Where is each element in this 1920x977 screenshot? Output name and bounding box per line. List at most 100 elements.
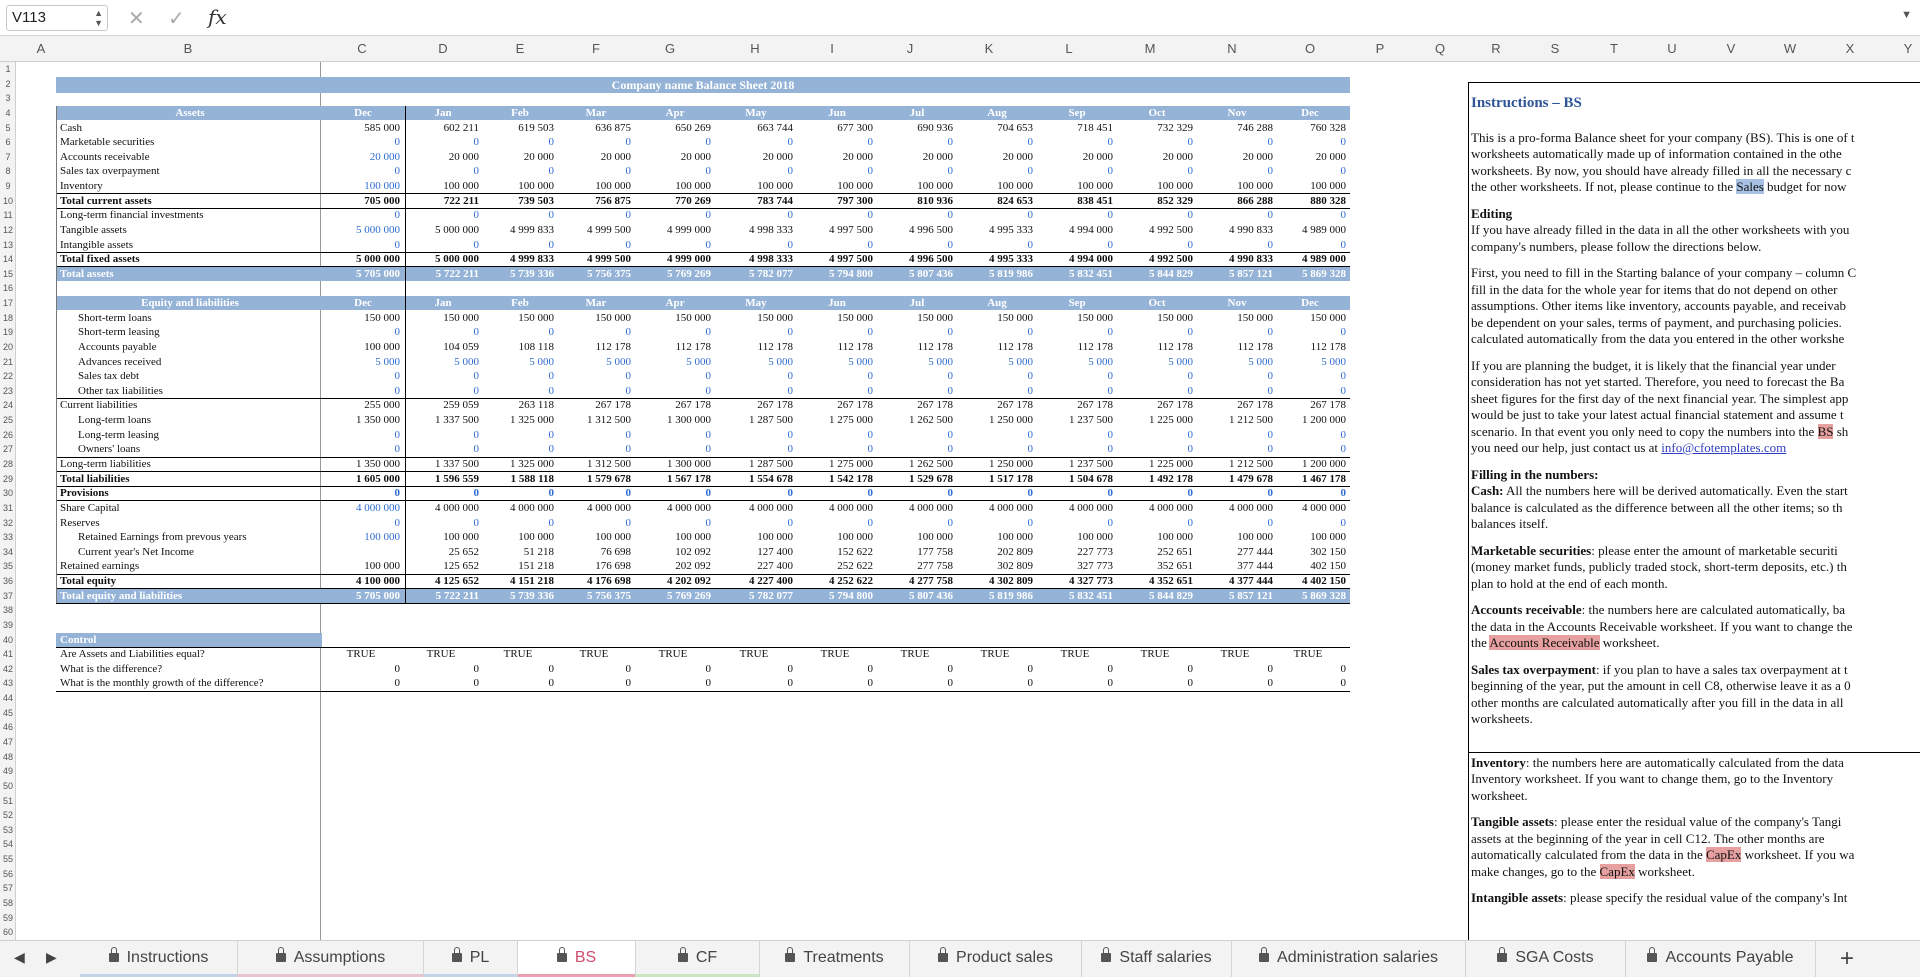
value-cell[interactable]: 677 300 xyxy=(797,121,873,135)
value-cell[interactable]: 0 xyxy=(1117,208,1194,222)
value-cell[interactable]: 150 000 xyxy=(403,311,479,325)
value-cell[interactable]: 4 996 500 xyxy=(877,252,953,266)
sheet-tab-administration-salaries[interactable]: Administration salaries xyxy=(1232,941,1466,977)
value-cell[interactable]: 227 400 xyxy=(715,559,793,573)
value-cell[interactable]: 4 000 000 xyxy=(557,501,631,515)
value-cell[interactable]: 0 xyxy=(403,369,480,383)
value-cell[interactable]: 127 400 xyxy=(715,545,793,559)
value-cell[interactable]: 1 237 500 xyxy=(1037,457,1113,471)
value-cell[interactable]: 0 xyxy=(403,164,480,178)
value-cell[interactable]: 112 178 xyxy=(557,340,631,354)
column-header-r[interactable]: R xyxy=(1476,36,1516,62)
value-cell[interactable]: 100 000 xyxy=(1117,530,1193,544)
value-cell[interactable]: 1 325 000 xyxy=(482,413,554,427)
value-cell[interactable]: 0 xyxy=(797,135,874,149)
value-cell[interactable]: 0 xyxy=(1270,384,1347,398)
value-cell[interactable]: 0 xyxy=(797,486,874,500)
value-cell[interactable]: 1 200 000 xyxy=(1270,413,1346,427)
value-cell[interactable]: TRUE xyxy=(1037,647,1113,661)
value-cell[interactable]: 267 178 xyxy=(957,398,1033,412)
value-cell[interactable]: 5 769 269 xyxy=(635,267,711,281)
value-cell[interactable]: 718 451 xyxy=(1037,121,1113,135)
value-cell[interactable]: 151 218 xyxy=(482,559,554,573)
value-cell[interactable]: 5 000 xyxy=(1117,355,1193,369)
value-cell[interactable]: 0 xyxy=(797,428,874,442)
value-cell[interactable]: 5 000 xyxy=(715,355,793,369)
value-cell[interactable]: 0 xyxy=(715,428,794,442)
value-cell[interactable]: 838 451 xyxy=(1037,194,1113,208)
value-cell[interactable]: 0 xyxy=(557,516,632,530)
value-cell[interactable]: 150 000 xyxy=(1117,311,1193,325)
value-cell[interactable]: 5 000 000 xyxy=(403,252,479,266)
value-cell[interactable]: 51 218 xyxy=(482,545,554,559)
value-cell[interactable]: 636 875 xyxy=(557,121,631,135)
value-cell[interactable]: 0 xyxy=(1270,676,1347,690)
value-cell[interactable]: 5 756 375 xyxy=(557,267,631,281)
value-cell[interactable]: 0 xyxy=(482,428,555,442)
value-cell[interactable]: 1 325 000 xyxy=(482,457,554,471)
value-cell[interactable]: 100 000 xyxy=(403,179,479,193)
value-cell[interactable]: 0 xyxy=(1117,428,1194,442)
value-cell[interactable]: 20 000 xyxy=(877,150,953,164)
value-cell[interactable]: 20 000 xyxy=(557,150,631,164)
value-cell[interactable]: 0 xyxy=(1117,486,1194,500)
value-cell[interactable]: 4 000 000 xyxy=(1270,501,1346,515)
value-cell[interactable]: 1 212 500 xyxy=(1197,413,1273,427)
value-cell[interactable]: 5 000 xyxy=(557,355,631,369)
value-cell[interactable]: 0 xyxy=(797,238,874,252)
row-header-35[interactable]: 35 xyxy=(0,559,16,574)
value-cell[interactable]: 100 000 xyxy=(482,179,554,193)
sheet-tab-cf[interactable]: CF xyxy=(636,941,760,977)
value-cell[interactable]: 0 xyxy=(957,486,1034,500)
value-cell[interactable]: 4 202 092 xyxy=(635,574,711,588)
value-cell[interactable]: TRUE xyxy=(877,647,953,661)
value-cell[interactable]: 0 xyxy=(322,442,401,456)
column-header-k[interactable]: K xyxy=(969,36,1009,62)
value-cell[interactable]: 0 xyxy=(635,442,712,456)
value-cell[interactable]: 100 000 xyxy=(1037,530,1113,544)
value-cell[interactable]: 0 xyxy=(403,135,480,149)
value-cell[interactable]: 5 739 336 xyxy=(482,589,554,603)
value-cell[interactable]: 5 000 000 xyxy=(322,223,400,237)
row-header-31[interactable]: 31 xyxy=(0,501,16,516)
value-cell[interactable]: 5 857 121 xyxy=(1197,267,1273,281)
value-cell[interactable]: 108 118 xyxy=(482,340,554,354)
value-cell[interactable]: 0 xyxy=(322,384,401,398)
row-header-12[interactable]: 12 xyxy=(0,223,16,238)
row-header-3[interactable]: 3 xyxy=(0,91,16,106)
value-cell[interactable]: 4 992 500 xyxy=(1117,223,1193,237)
column-header-o[interactable]: O xyxy=(1290,36,1330,62)
value-cell[interactable]: 4 000 000 xyxy=(403,501,479,515)
value-cell[interactable]: 5 000 000 xyxy=(403,223,479,237)
value-cell[interactable]: 4 000 000 xyxy=(797,501,873,515)
value-cell[interactable]: 756 875 xyxy=(557,194,631,208)
column-header-g[interactable]: G xyxy=(650,36,690,62)
sheet-tab-accounts-payable[interactable]: Accounts Payable xyxy=(1626,941,1816,977)
value-cell[interactable]: 0 xyxy=(557,135,632,149)
value-cell[interactable]: 20 000 xyxy=(322,150,400,164)
value-cell[interactable]: 100 000 xyxy=(715,179,793,193)
value-cell[interactable]: TRUE xyxy=(1197,647,1273,661)
value-cell[interactable]: 20 000 xyxy=(403,150,479,164)
value-cell[interactable]: 0 xyxy=(635,135,712,149)
value-cell[interactable]: 0 xyxy=(877,384,954,398)
value-cell[interactable]: 1 479 678 xyxy=(1197,472,1273,486)
value-cell[interactable]: 112 178 xyxy=(797,340,873,354)
value-cell[interactable]: 0 xyxy=(877,164,954,178)
row-header-55[interactable]: 55 xyxy=(0,852,16,867)
row-header-27[interactable]: 27 xyxy=(0,442,16,457)
value-cell[interactable]: 100 000 xyxy=(322,530,400,544)
expand-formula-icon[interactable]: ▼ xyxy=(1901,9,1912,21)
value-cell[interactable]: 112 178 xyxy=(1037,340,1113,354)
value-cell[interactable]: 150 000 xyxy=(1270,311,1346,325)
value-cell[interactable]: 267 178 xyxy=(715,398,793,412)
value-cell[interactable]: 1 287 500 xyxy=(715,413,793,427)
value-cell[interactable]: 0 xyxy=(877,676,954,690)
value-cell[interactable]: 5 000 xyxy=(797,355,873,369)
value-cell[interactable]: TRUE xyxy=(1117,647,1193,661)
value-cell[interactable]: 5 782 077 xyxy=(715,267,793,281)
value-cell[interactable]: 0 xyxy=(715,662,794,676)
value-cell[interactable]: 0 xyxy=(557,325,632,339)
column-header-l[interactable]: L xyxy=(1049,36,1089,62)
value-cell[interactable]: TRUE xyxy=(403,647,479,661)
